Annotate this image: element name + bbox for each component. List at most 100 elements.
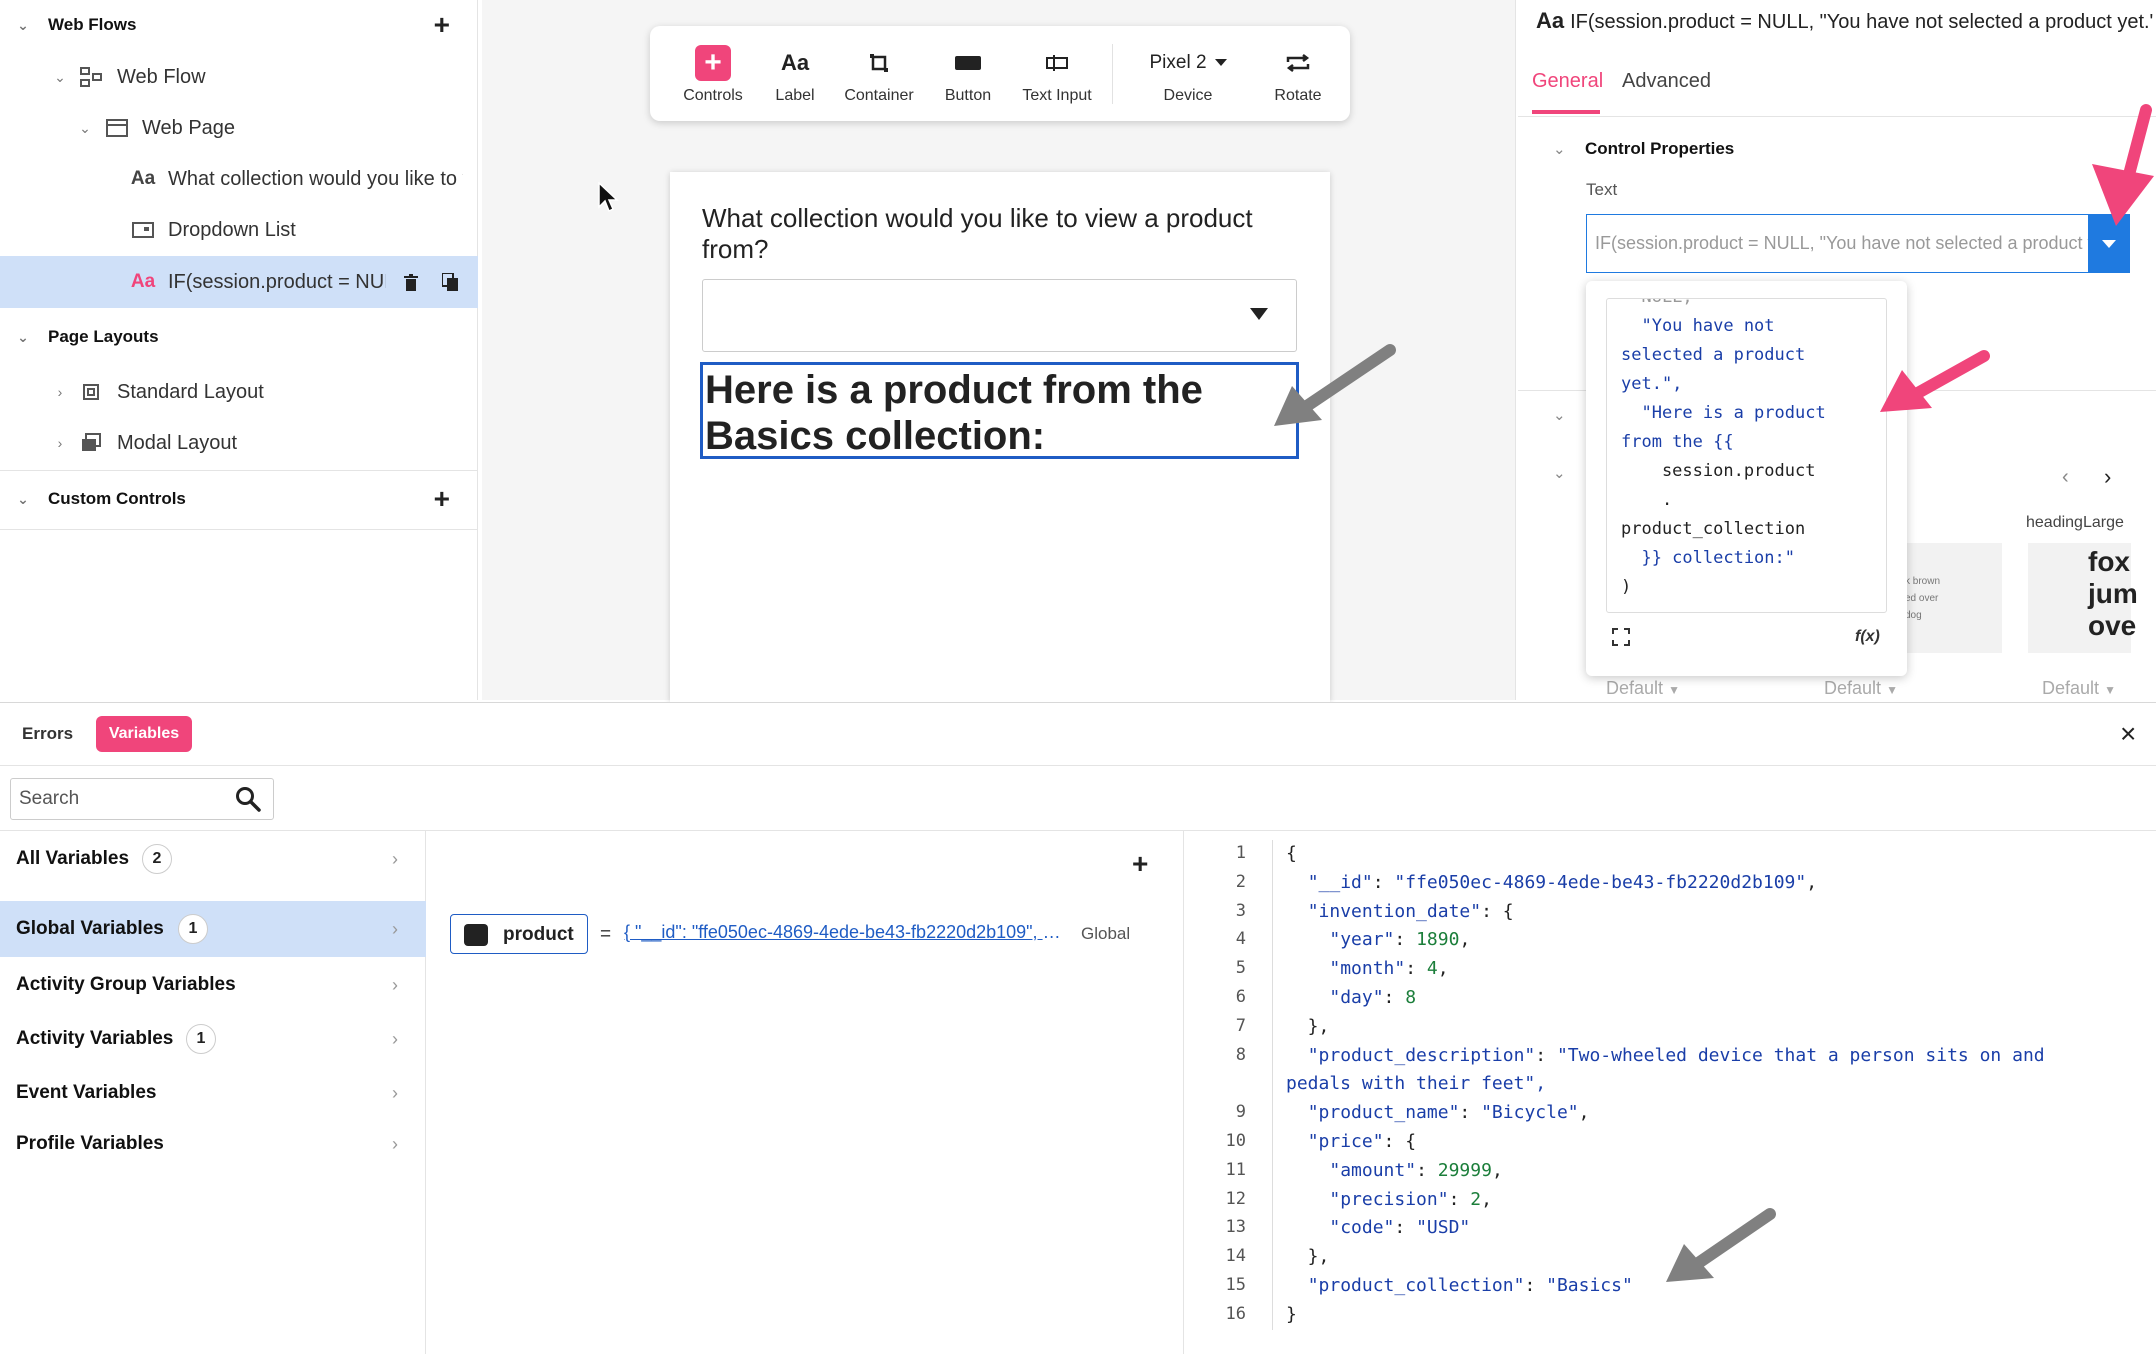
chevron-right-icon: ›: [392, 974, 398, 995]
label-icon: Aa: [780, 49, 810, 75]
chevron-down-icon[interactable]: ⌄: [16, 17, 30, 33]
nav-label: Activity Group Variables: [16, 974, 236, 995]
search-icon[interactable]: [235, 786, 261, 812]
tree-item-selected-label[interactable]: Aa IF(session.product = NUL: [0, 256, 478, 308]
nav-item-activity-variables[interactable]: Activity Variables 1 ›: [0, 1011, 426, 1067]
tree-item-label: IF(session.product = NUL: [168, 270, 386, 293]
line-number: 4: [1235, 929, 1246, 950]
trash-icon[interactable]: [398, 269, 424, 295]
line-number: 3: [1235, 900, 1246, 921]
line-number: 8: [1235, 1044, 1246, 1065]
chevron-right-icon[interactable]: ›: [2104, 464, 2111, 490]
tree-item-web-flow[interactable]: ⌄ Web Flow: [0, 52, 478, 102]
json-line: "invention_date": {: [1307, 900, 1514, 922]
nav-item-all-variables[interactable]: All Variables 2 ›: [0, 831, 426, 887]
preview-heading-label[interactable]: Here is a product from the Basics collec…: [700, 362, 1299, 459]
tool-label: Rotate: [1274, 86, 1322, 104]
caret-down-icon: [1214, 59, 1227, 66]
json-line: "price": {: [1307, 1131, 1417, 1152]
preview-dropdown[interactable]: [702, 279, 1297, 352]
variable-name: product: [503, 924, 574, 945]
expression-code-editor[interactable]: NULL, "You have not selected a product y…: [1606, 298, 1887, 613]
json-line: },: [1286, 1246, 1330, 1268]
nav-item-activity-group-variables[interactable]: Activity Group Variables ›: [0, 957, 426, 1013]
line-number: 14: [1225, 1246, 1246, 1267]
json-line: "day": 8: [1329, 987, 1417, 1008]
chevron-down-icon[interactable]: ⌄: [53, 69, 67, 85]
default-style-select[interactable]: Default ▼: [1606, 678, 1680, 699]
controls-button[interactable]: + Controls: [670, 26, 756, 121]
json-line: "precision": 2,: [1329, 1188, 1492, 1210]
device-selector[interactable]: Pixel 2 Device: [1128, 26, 1248, 121]
style-preview-text: ed over: [1905, 593, 1939, 604]
function-icon[interactable]: f(x): [1855, 628, 1880, 646]
text-expression-input[interactable]: IF(session.product = NULL, "You have not…: [1586, 214, 2088, 273]
chevron-down-icon[interactable]: ⌄: [1553, 406, 1566, 424]
tab-variables[interactable]: Variables: [96, 716, 192, 752]
container-tool-button[interactable]: Container: [834, 26, 924, 121]
tree-item-label-control[interactable]: Aa What collection would you like to v: [0, 154, 478, 204]
expand-icon[interactable]: [1612, 628, 1630, 646]
tree-section-page-layouts[interactable]: ⌄ Page Layouts: [0, 312, 478, 362]
button-tool-button[interactable]: Button: [928, 26, 1008, 121]
search-input[interactable]: [19, 779, 219, 819]
chevron-right-icon: ›: [392, 1082, 398, 1103]
chevron-down-icon[interactable]: ⌄: [16, 329, 30, 345]
annotation-arrow-icon: [2092, 104, 2154, 226]
json-line: "product_name": "Bicycle",: [1307, 1102, 1590, 1124]
label-tool-button[interactable]: Aa Label: [762, 26, 828, 121]
nav-item-event-variables[interactable]: Event Variables ›: [0, 1065, 426, 1121]
chevron-down-icon[interactable]: ⌄: [16, 491, 30, 507]
add-variable-button[interactable]: +: [1132, 848, 1148, 880]
tab-errors[interactable]: Errors: [22, 724, 73, 744]
tree-item-dropdown-list[interactable]: Dropdown List: [0, 205, 478, 255]
text-field-label: Text: [1586, 180, 1618, 199]
text-input-tool-button[interactable]: Text Input: [1012, 26, 1102, 121]
tree-item-web-page[interactable]: ⌄ Web Page: [0, 103, 478, 153]
caret-down-icon: [2102, 239, 2116, 248]
add-custom-control-button[interactable]: +: [434, 485, 450, 513]
line-number: 6: [1235, 987, 1246, 1007]
element-tree-panel: ⌄ Web Flows + ⌄ Web Flow ⌄ Web Page Aa W…: [0, 0, 478, 700]
tab-advanced[interactable]: Advanced: [1622, 70, 1711, 93]
tree-item-modal-layout[interactable]: › Modal Layout: [0, 418, 478, 468]
tree-item-label: What collection would you like to v: [168, 167, 463, 190]
variable-value-link[interactable]: { "__id": "ffe050ec-4869-4ede-be43-fb222…: [624, 922, 1064, 943]
preview-question-label[interactable]: What collection would you like to view a…: [702, 203, 1322, 265]
add-web-flow-button[interactable]: +: [434, 11, 450, 39]
chevron-down-icon[interactable]: ⌄: [78, 120, 92, 136]
chevron-down-icon[interactable]: ⌄: [1553, 140, 1566, 158]
nav-item-global-variables[interactable]: Global Variables 1 ›: [0, 901, 426, 957]
nav-label: Event Variables: [16, 1082, 157, 1103]
active-tab-indicator: [1532, 110, 1600, 114]
tree-item-label: Web Page: [142, 116, 236, 139]
section-title: Custom Controls: [48, 489, 186, 508]
variable-chip-product[interactable]: product: [450, 914, 588, 954]
text-input-icon: [1046, 43, 1068, 83]
style-preview-card[interactable]: k brown ed over dog: [1895, 543, 2002, 653]
chevron-left-icon[interactable]: ‹: [2062, 466, 2069, 489]
selected-control-name: IF(session.product = NULL, "You have not…: [1570, 11, 2154, 33]
container-icon: [870, 43, 888, 83]
chevron-right-icon[interactable]: ›: [53, 384, 67, 400]
chevron-right-icon[interactable]: ›: [53, 435, 67, 451]
nav-item-profile-variables[interactable]: Profile Variables ›: [0, 1116, 426, 1172]
json-line: {: [1286, 843, 1297, 864]
default-style-select[interactable]: Default ▼: [1824, 678, 1898, 699]
line-number: 1: [1235, 843, 1246, 863]
tree-item-standard-layout[interactable]: › Standard Layout: [0, 367, 478, 417]
device-value: Pixel 2: [1149, 51, 1207, 73]
copy-icon[interactable]: [437, 269, 463, 295]
line-number: 5: [1235, 958, 1246, 979]
standard-layout-icon: [78, 379, 104, 405]
caret-down-icon: ▼: [1886, 683, 1898, 697]
tab-general[interactable]: General: [1532, 70, 1603, 93]
tree-section-custom-controls[interactable]: ⌄ Custom Controls +: [0, 474, 478, 524]
rotate-button[interactable]: Rotate: [1260, 26, 1336, 121]
json-line: "__id": "ffe050ec-4869-4ede-be43-fb2220d…: [1307, 871, 1818, 893]
chevron-down-icon[interactable]: ⌄: [1553, 464, 1566, 482]
tree-section-web-flows[interactable]: ⌄ Web Flows +: [0, 0, 478, 50]
close-icon[interactable]: ×: [2120, 718, 2136, 750]
variable-list: [428, 831, 1184, 1354]
default-style-select[interactable]: Default ▼: [2042, 678, 2116, 699]
